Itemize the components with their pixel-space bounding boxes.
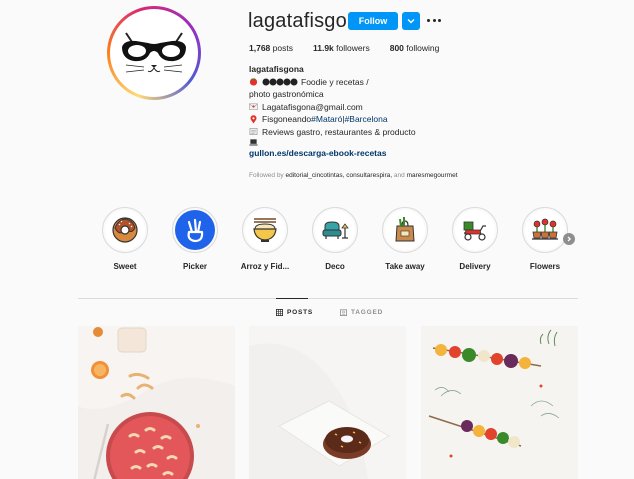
highlight-label: Take away — [385, 262, 425, 271]
highlight-ring — [242, 207, 288, 253]
posts-count: 1,768 — [249, 43, 271, 53]
bio-line-3: Lagatafisgona@gmail.com — [249, 101, 509, 114]
followed-by-and: and — [393, 172, 405, 179]
highlight-cover — [455, 210, 495, 250]
bio-reviews-text: Reviews gastro, restaurantes & producto — [262, 126, 416, 137]
profile-avatar[interactable] — [107, 6, 201, 100]
story-highlights: Sweet Picker Arroz y Fid... Deco Take aw… — [96, 207, 576, 272]
armchair-icon — [322, 221, 349, 239]
highlight-cover — [245, 210, 285, 250]
highlight-label: Delivery — [459, 262, 491, 271]
post-thumbnail-1[interactable] — [78, 326, 235, 479]
bio-website-link[interactable]: gullon.es/descarga-ebook-recetas — [249, 147, 386, 160]
highlight-cover — [385, 210, 425, 250]
followers-count: 11.9k — [312, 43, 334, 53]
followers-label: followers — [336, 43, 370, 53]
highlight-ring — [102, 207, 148, 253]
following-label: following — [406, 43, 440, 53]
bio-link-line: gullon.es/descarga-ebook-recetas — [249, 147, 509, 160]
highlight-ring — [522, 207, 568, 253]
bio-line-4: Fisgoneando #Mataró | #Barcelona — [249, 113, 509, 126]
highlight-cover — [525, 210, 565, 250]
suggested-accounts-button[interactable] — [402, 12, 420, 30]
lettered-circles-icon — [262, 78, 298, 86]
donut-photo-image — [249, 326, 406, 479]
highlight-ring — [382, 207, 428, 253]
active-tab-indicator — [276, 298, 308, 299]
followed-by-prefix: Followed by — [249, 172, 284, 179]
highlight-label: Flowers — [529, 262, 561, 271]
chevron-down-icon — [407, 19, 415, 24]
document-icon — [249, 128, 258, 136]
highlight-arroz[interactable]: Arroz y Fid... — [235, 207, 295, 271]
bio-line-1: Foodie y recetas / — [249, 76, 509, 89]
avatar-border — [110, 9, 198, 97]
scooter-icon — [463, 221, 486, 241]
post-thumbnail-2[interactable] — [249, 326, 406, 479]
cat-glasses-logo — [113, 12, 195, 94]
highlight-ring — [172, 207, 218, 253]
dot-icon — [427, 18, 430, 22]
bio-line-1-text: Foodie y recetas / — [301, 76, 369, 87]
followed-by-names: editorial_cincotintas, consultarespira, — [285, 172, 393, 179]
tab-tagged-label: TAGGED — [351, 309, 384, 316]
post-thumbnail-3[interactable] — [421, 326, 578, 479]
flower-pots-icon — [532, 218, 558, 240]
tab-tagged[interactable]: TAGGED — [340, 309, 383, 316]
bio-location-text: Fisgoneando — [262, 114, 312, 124]
chevron-right-icon — [567, 236, 572, 242]
highlight-label: Arroz y Fid... — [240, 262, 290, 271]
hashtag-mataro[interactable]: #Mataró — [311, 113, 342, 126]
highlight-label: Picker — [182, 262, 208, 271]
posts-label: posts — [272, 43, 293, 53]
rice-bowl-icon — [253, 218, 277, 242]
vegetable-skewers-image — [421, 326, 578, 479]
highlight-deco[interactable]: Deco — [305, 207, 365, 271]
hashtag-barcelona[interactable]: #Barcelona — [345, 113, 388, 126]
following-stat[interactable]: 800 following — [390, 43, 440, 53]
grid-icon — [276, 309, 283, 316]
following-count: 800 — [389, 43, 404, 53]
pasta-dish-image — [78, 326, 235, 479]
bio-line-6 — [249, 138, 509, 147]
donut-icon — [112, 217, 138, 243]
followed-by-last: maresmegourmet — [406, 172, 458, 179]
tag-icon — [340, 309, 347, 316]
envelope-icon — [249, 103, 258, 111]
highlight-ring — [312, 207, 358, 253]
bio-name: lagatafisgona — [249, 64, 304, 74]
highlight-label: Deco — [325, 262, 345, 271]
highlights-next-button[interactable] — [563, 233, 575, 245]
follow-button[interactable]: Follow — [348, 12, 398, 30]
tab-posts[interactable]: POSTS — [276, 309, 313, 316]
posts-stat: 1,768 posts — [249, 43, 293, 53]
highlight-take-away[interactable]: Take away — [375, 207, 435, 271]
highlight-delivery[interactable]: Delivery — [445, 207, 505, 271]
tabs-divider — [78, 298, 578, 299]
highlight-picker[interactable]: Picker — [165, 207, 225, 271]
dot-icon — [438, 18, 441, 22]
tab-posts-label: POSTS — [287, 309, 314, 316]
highlight-sweet[interactable]: Sweet — [95, 207, 155, 271]
location-pin-icon — [250, 115, 257, 124]
laptop-icon — [249, 139, 258, 146]
bio-email: Lagatafisgona@gmail.com — [262, 101, 363, 112]
dot-icon — [432, 18, 436, 22]
followed-by[interactable]: Followed by editorial_cincotintas, consu… — [249, 172, 458, 179]
profile-stats: 1,768 posts 11.9k followers 800 followin… — [249, 43, 459, 53]
more-options-button[interactable] — [427, 15, 441, 25]
bio-line-5: Reviews gastro, restaurantes & producto — [249, 126, 509, 139]
cat-logo-icon — [122, 32, 186, 73]
highlight-ring — [452, 207, 498, 253]
bag-icon — [395, 217, 415, 242]
highlight-label: Sweet — [113, 262, 137, 271]
profile-bio: lagatafisgona Foodie y recetas / photo g… — [249, 63, 509, 160]
hand-icon — [187, 218, 204, 243]
followers-stat[interactable]: 11.9k followers — [313, 43, 370, 53]
highlight-cover — [105, 210, 145, 250]
highlight-cover — [315, 210, 355, 250]
bio-line-2: photo gastronómica — [249, 89, 324, 99]
tomato-icon — [249, 78, 258, 86]
highlight-cover — [175, 210, 215, 250]
